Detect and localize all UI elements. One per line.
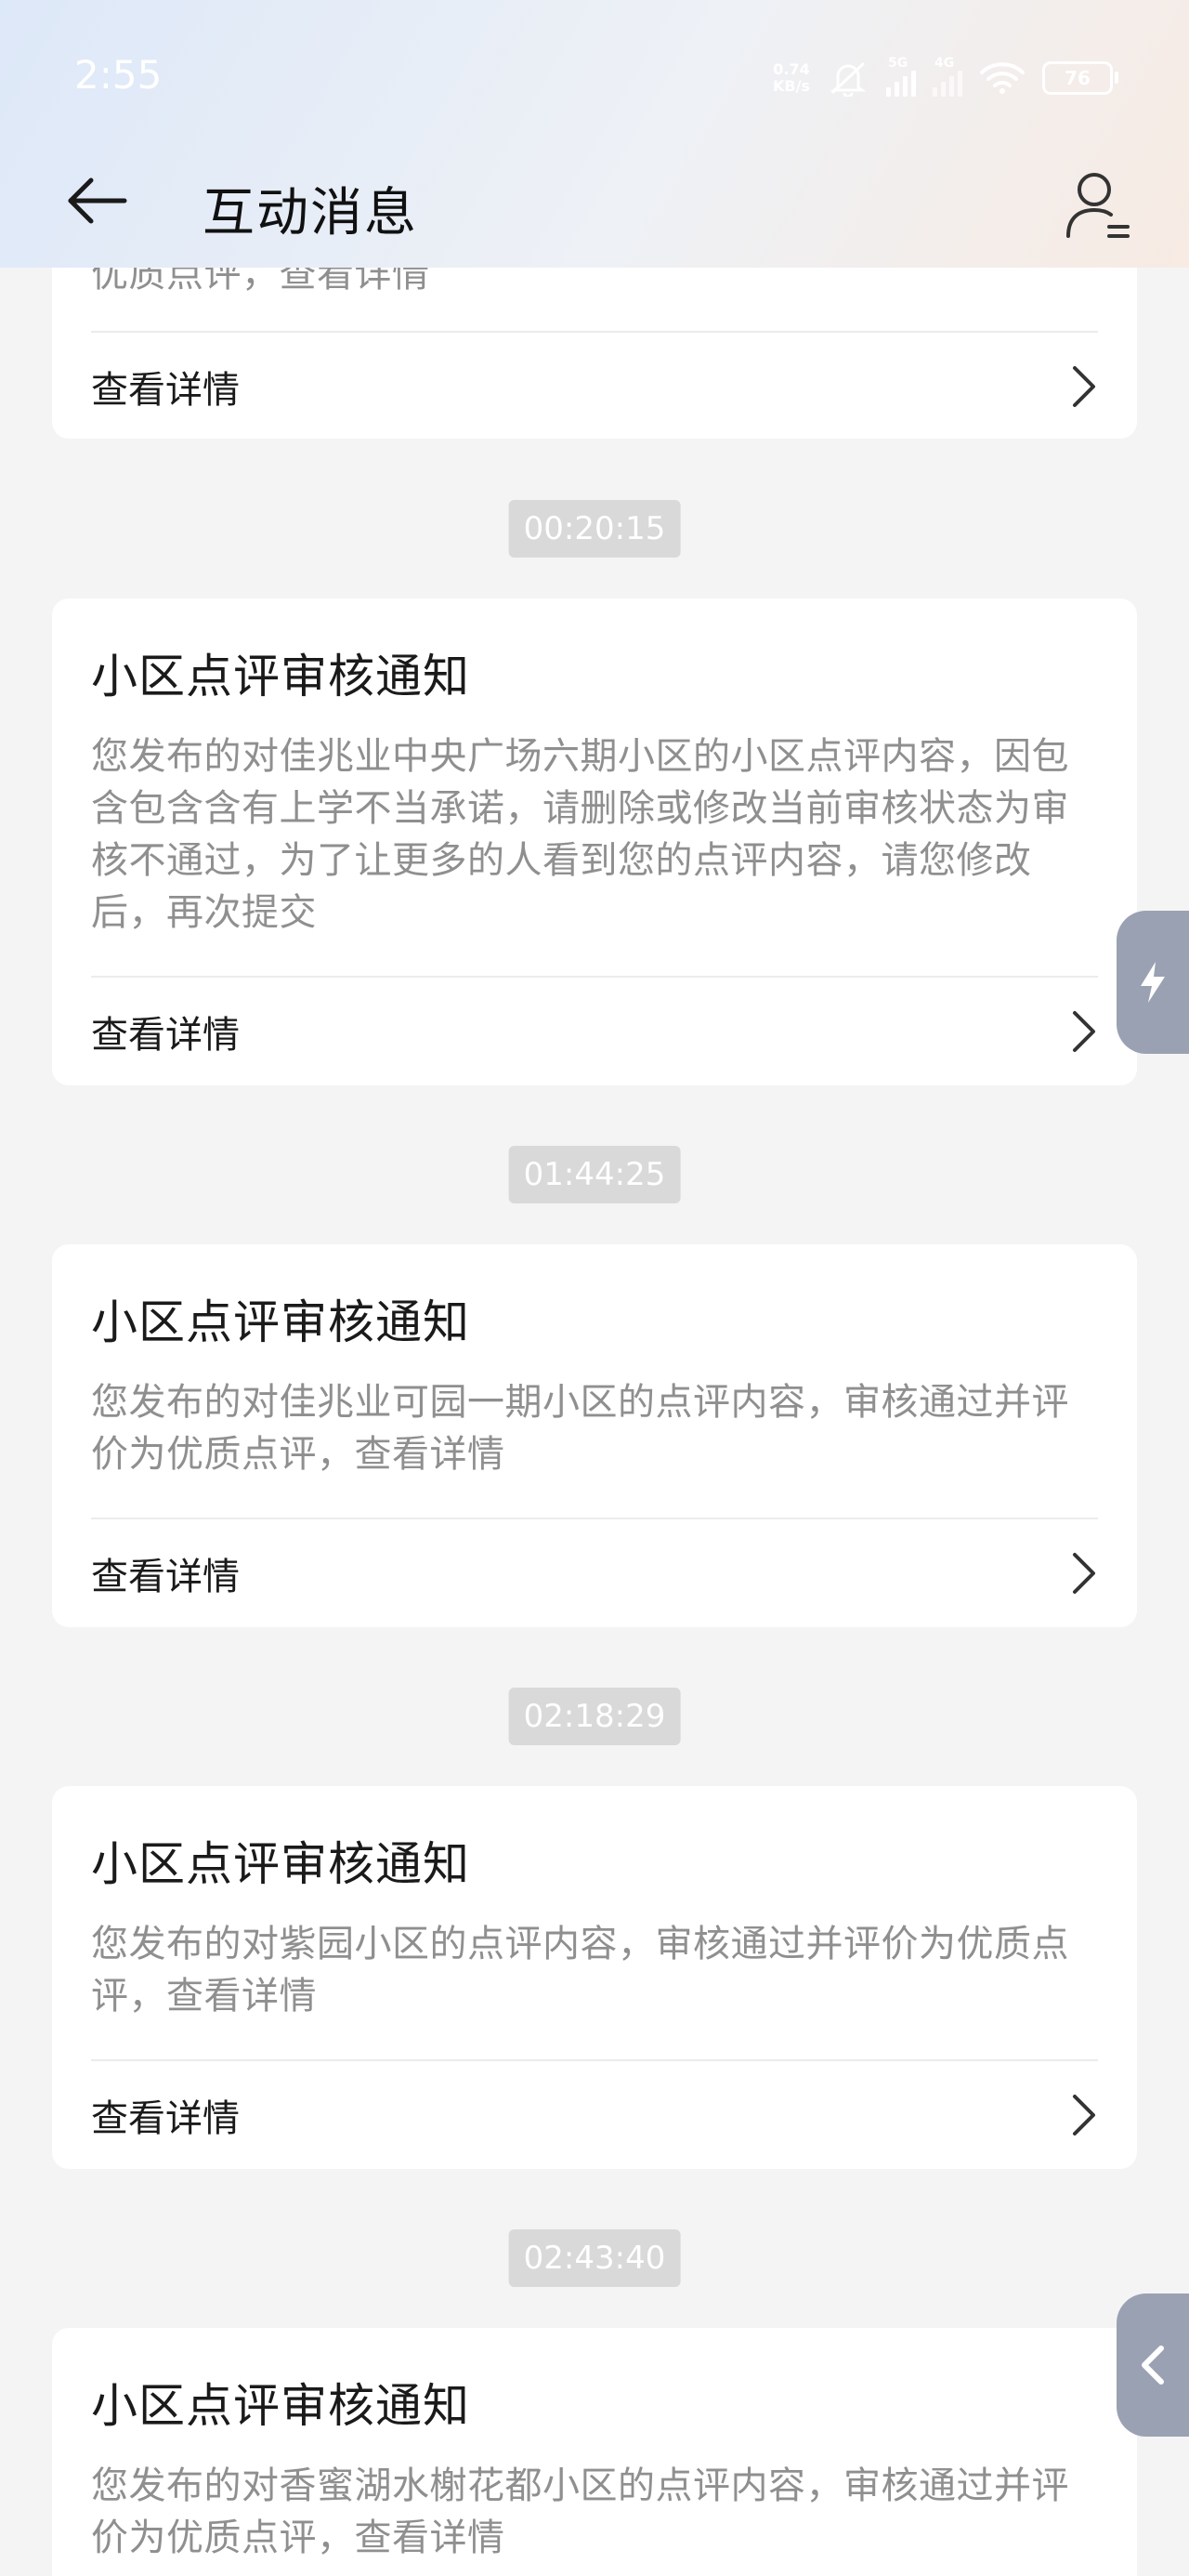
view-details-row[interactable]: 查看详情 [91,333,1098,440]
signal-5g-label: 5G [888,56,908,71]
signal-4g-label: 4G [934,56,955,71]
message-card: 小区点评审核通知 您发布的对紫园小区的点评内容，审核通过并评价为优质点评，查看详… [52,1786,1137,2169]
status-time: 2:55 [74,52,163,98]
view-details-row[interactable]: 查看详情 [91,978,1098,1085]
message-title: 小区点评审核通知 [91,2379,470,2433]
view-details-label: 查看详情 [91,369,240,412]
chevron-right-icon [1073,1011,1095,1052]
lightning-icon [1141,962,1165,1003]
screen: 2:55 0.74 KB/s 5G 4G 76 互动消息 优质点评，查看详情 查… [0,0,1189,2576]
chevron-right-icon [1073,1553,1095,1594]
network-speed: 0.74 KB/s [773,61,810,95]
message-body: 您发布的对紫园小区的点评内容，审核通过并评价为优质点评，查看详情 [91,1923,1069,2017]
message-card: 小区点评审核通知 您发布的对香蜜湖水榭花都小区的点评内容，审核通过并评价为优质点… [52,2328,1137,2576]
message-title: 小区点评审核通知 [91,1837,470,1891]
message-card: 小区点评审核通知 您发布的对佳兆业可园一期小区的点评内容，审核通过并评价为优质点… [52,1244,1137,1627]
message-body: 您发布的对佳兆业可园一期小区的点评内容，审核通过并评价为优质点评，查看详情 [91,1381,1069,1476]
top-bar: 2:55 0.74 KB/s 5G 4G 76 互动消息 [0,0,1189,268]
user-icon[interactable] [1063,169,1133,243]
message-title: 小区点评审核通知 [91,1295,470,1349]
timestamp-badge: 01:44:25 [508,1146,681,1203]
mute-icon [830,61,867,97]
message-body: 您发布的对佳兆业中央广场六期小区的小区点评内容，因包含包含含有上学不当承诺，请删… [91,735,1069,934]
message-card: 小区点评审核通知 您发布的对佳兆业中央广场六期小区的小区点评内容，因包含包含含有… [52,598,1137,1085]
page-title: 互动消息 [203,183,418,243]
view-details-label: 查看详情 [91,1556,240,1598]
signal-4g-icon: 4G [933,56,962,97]
view-details-row[interactable]: 查看详情 [91,1519,1098,1627]
view-details-label: 查看详情 [91,2097,240,2140]
arrow-left-icon[interactable] [65,173,130,229]
chevron-right-icon [1073,366,1095,407]
wifi-icon [980,62,1025,94]
timestamp-badge: 02:43:40 [508,2229,681,2287]
timestamp-badge: 02:18:29 [508,1688,681,1745]
view-details-row[interactable]: 查看详情 [91,2061,1098,2169]
chevron-left-icon [1142,2346,1164,2385]
battery-indicator: 76 [1042,61,1118,95]
timestamp-badge: 00:20:15 [508,500,681,558]
view-details-label: 查看详情 [91,1014,240,1057]
message-body: 您发布的对香蜜湖水榭花都小区的点评内容，审核通过并评价为优质点评，查看详情 [91,2464,1069,2559]
collapse-panel-button[interactable] [1117,2293,1189,2437]
chevron-right-icon [1073,2095,1095,2136]
signal-5g-icon: 5G [886,56,916,97]
status-icons: 0.74 KB/s 5G 4G 76 [773,56,1118,100]
network-speed-value: 0.74 [773,60,810,78]
quick-action-button[interactable] [1117,911,1189,1054]
network-speed-unit: KB/s [773,77,810,95]
message-title: 小区点评审核通知 [91,650,470,703]
